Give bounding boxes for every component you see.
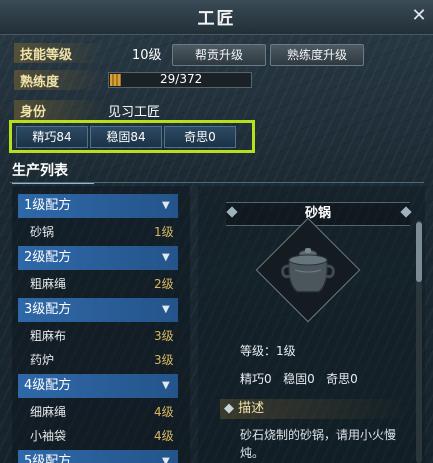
chevron-down-icon: ▼ <box>162 304 170 315</box>
category-label: 2级配方 <box>24 250 72 265</box>
attribute-ingenuity: 奇思0 <box>164 126 236 148</box>
clay-pot-icon[interactable] <box>277 240 339 300</box>
recipe-category-1[interactable]: 1级配方 ▼ <box>18 194 178 218</box>
recipe-level: 2级 <box>154 277 174 291</box>
skill-level-value: 10级 <box>132 48 162 63</box>
recipe-item-small-sleeve-bag[interactable]: 小袖袋 4级 <box>18 424 178 448</box>
close-icon[interactable]: ✕ <box>409 6 429 26</box>
proficiency-bar-fill <box>110 74 121 86</box>
item-description: 砂石烧制的砂锅，请用小火慢炖。 <box>240 428 397 460</box>
recipe-level: 4级 <box>154 405 174 419</box>
recipe-category-3[interactable]: 3级配方 ▼ <box>18 298 178 322</box>
recipe-level: 1级 <box>154 225 174 239</box>
detail-scrollbar-thumb[interactable] <box>416 222 422 282</box>
attribute-finesse: 精巧84 <box>16 126 88 148</box>
recipe-item-clay-pot[interactable]: 砂锅 1级 <box>18 220 178 244</box>
recipe-item-medicine-stove[interactable]: 药炉 3级 <box>18 348 178 372</box>
identity-value: 见习工匠 <box>108 105 161 120</box>
recipe-level: 3级 <box>154 353 174 367</box>
item-level: 等级：1级 <box>240 344 296 358</box>
category-label: 5级配方 <box>24 454 72 463</box>
proficiency-text: 29/372 <box>160 72 203 86</box>
item-stats: 精巧0 稳固0 奇思0 <box>240 372 358 386</box>
recipe-name: 粗麻绳 <box>30 277 67 291</box>
chevron-down-icon: ▼ <box>162 380 170 391</box>
tab-divider <box>10 182 424 183</box>
craftsman-window: 工匠 ✕ 技能等级 10级 帮贡升级 熟练度升级 熟练度 29/372 身份 见… <box>0 0 433 463</box>
recipe-category-4[interactable]: 4级配方 ▼ <box>18 374 178 398</box>
description-header-label: 描述 <box>238 401 265 416</box>
recipe-item-coarse-rope[interactable]: 粗麻绳 2级 <box>18 272 178 296</box>
identity-label: 身份 <box>20 105 47 120</box>
tab-production-list[interactable]: 生产列表 <box>12 160 94 184</box>
recipe-name: 小袖袋 <box>30 429 67 443</box>
chevron-down-icon: ▼ <box>162 200 170 211</box>
item-name: 砂锅 <box>226 202 410 226</box>
window-title: 工匠 <box>197 9 236 29</box>
recipe-name: 粗麻布 <box>30 329 67 343</box>
recipe-name: 砂锅 <box>30 225 55 239</box>
recipe-level: 3级 <box>154 329 174 343</box>
diamond-bullet-icon: ◆ <box>224 401 239 416</box>
chevron-down-icon: ▼ <box>162 456 170 463</box>
skill-level-label: 技能等级 <box>20 48 73 63</box>
recipe-category-5[interactable]: 5级配方 ▼ <box>18 450 178 463</box>
recipe-name: 细麻绳 <box>30 405 67 419</box>
category-label: 1级配方 <box>24 198 72 213</box>
attribute-stability: 稳固84 <box>90 126 162 148</box>
category-label: 3级配方 <box>24 302 72 317</box>
proficiency-label: 熟练度 <box>20 75 60 90</box>
guild-upgrade-button[interactable]: 帮贡升级 <box>172 44 266 66</box>
recipe-level: 4级 <box>154 429 174 443</box>
proficiency-upgrade-button[interactable]: 熟练度升级 <box>270 44 364 66</box>
description-header: ◆ 描述 <box>220 399 410 419</box>
recipe-item-coarse-cloth[interactable]: 粗麻布 3级 <box>18 324 178 348</box>
category-label: 4级配方 <box>24 378 72 393</box>
recipe-item-fine-rope[interactable]: 细麻绳 4级 <box>18 400 178 424</box>
recipe-category-2[interactable]: 2级配方 ▼ <box>18 246 178 270</box>
recipe-name: 药炉 <box>30 353 55 367</box>
chevron-down-icon: ▼ <box>162 252 170 263</box>
